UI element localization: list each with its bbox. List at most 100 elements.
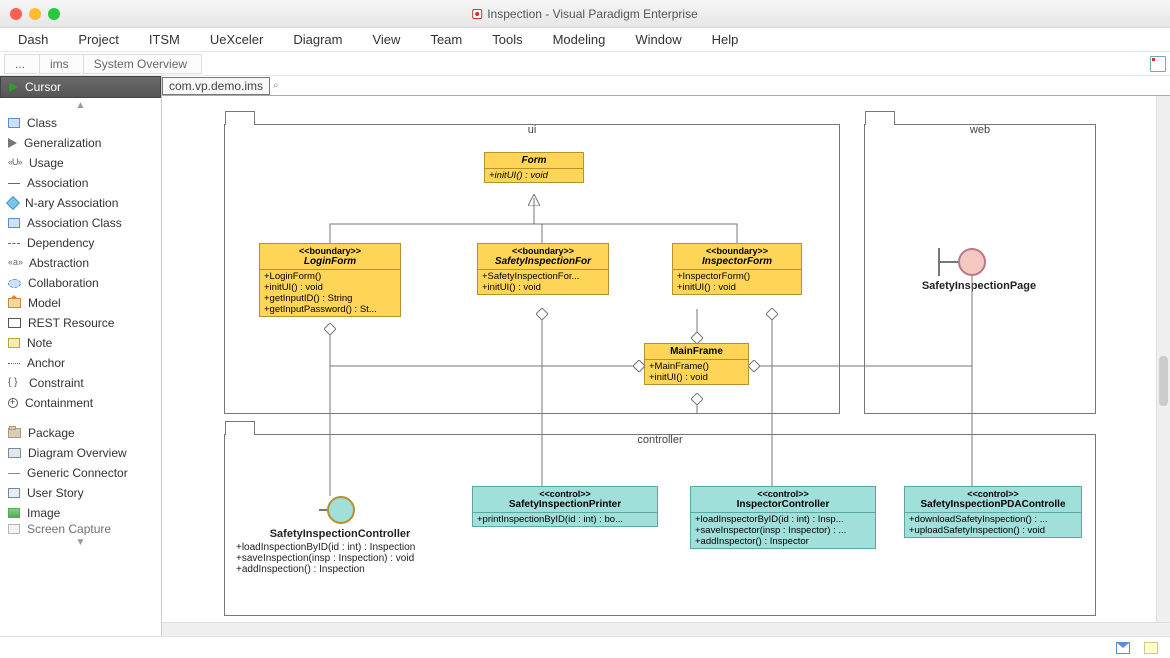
palette-label: Abstraction bbox=[29, 256, 89, 270]
rest-icon bbox=[8, 318, 21, 328]
menu-help[interactable]: Help bbox=[712, 32, 739, 47]
collapse-arrow-icon[interactable]: ▲ bbox=[0, 98, 161, 113]
palette-label: N-ary Association bbox=[25, 196, 118, 210]
us-icon bbox=[8, 488, 20, 498]
menu-itsm[interactable]: ITSM bbox=[149, 32, 180, 47]
palette-label: Constraint bbox=[29, 376, 84, 390]
palette-item-user-story[interactable]: User Story bbox=[0, 483, 161, 503]
aclass-icon bbox=[8, 218, 20, 228]
collab-icon bbox=[8, 279, 21, 288]
usage-icon: «U» bbox=[8, 157, 22, 169]
menu-modeling[interactable]: Modeling bbox=[553, 32, 606, 47]
nary-icon bbox=[6, 196, 20, 210]
gc-icon bbox=[8, 473, 20, 474]
menu-team[interactable]: Team bbox=[430, 32, 462, 47]
palette-label: Cursor bbox=[25, 80, 61, 94]
palette-label: Dependency bbox=[27, 236, 94, 250]
anchor-icon bbox=[8, 363, 20, 364]
palette-item-rest-resource[interactable]: REST Resource bbox=[0, 313, 161, 333]
app-icon bbox=[472, 9, 482, 19]
palette-item-generalization[interactable]: Generalization bbox=[0, 133, 161, 153]
gen-icon bbox=[8, 138, 17, 148]
note-icon bbox=[8, 338, 20, 348]
package-path[interactable]: com.vp.demo.ims bbox=[162, 77, 270, 95]
class-icon bbox=[8, 118, 20, 128]
sc-icon bbox=[8, 524, 20, 534]
canvas-area: com.vp.demo.ims ⌕ ui web controller Form… bbox=[162, 76, 1170, 636]
palette-item-dependency[interactable]: Dependency bbox=[0, 233, 161, 253]
breadcrumb-item[interactable]: System Overview bbox=[83, 54, 202, 74]
palette-item-model[interactable]: Model bbox=[0, 293, 161, 313]
dep-icon bbox=[8, 243, 20, 244]
document-icon[interactable] bbox=[1144, 642, 1158, 654]
palette-label: Collaboration bbox=[28, 276, 99, 290]
palette-label: REST Resource bbox=[28, 316, 114, 330]
palette-label: Class bbox=[27, 116, 57, 130]
palette-item-usage[interactable]: «U» Usage bbox=[0, 153, 161, 173]
menu-view[interactable]: View bbox=[372, 32, 400, 47]
statusbar bbox=[0, 636, 1170, 658]
menu-uexceler[interactable]: UeXceler bbox=[210, 32, 263, 47]
palette-item-containment[interactable]: Containment bbox=[0, 393, 161, 413]
palette-item-class[interactable]: Class bbox=[0, 113, 161, 133]
palette-item-constraint[interactable]: { } Constraint bbox=[0, 373, 161, 393]
menu-tools[interactable]: Tools bbox=[492, 32, 522, 47]
close-icon[interactable] bbox=[10, 8, 22, 20]
menu-diagram[interactable]: Diagram bbox=[293, 32, 342, 47]
palette-item-association-class[interactable]: Association Class bbox=[0, 213, 161, 233]
palette-label: Note bbox=[27, 336, 52, 350]
palette-item-screen-capture[interactable]: Screen Capture bbox=[0, 523, 161, 535]
palette-item-n-ary-association[interactable]: N-ary Association bbox=[0, 193, 161, 213]
window-controls bbox=[10, 8, 60, 20]
package-path-bar: com.vp.demo.ims ⌕ bbox=[162, 76, 1170, 96]
palette-item-collaboration[interactable]: Collaboration bbox=[0, 273, 161, 293]
palette-item-anchor[interactable]: Anchor bbox=[0, 353, 161, 373]
vertical-scrollbar[interactable] bbox=[1156, 96, 1170, 622]
palette-label: Usage bbox=[29, 156, 64, 170]
palette-label: Image bbox=[27, 506, 60, 520]
palette-item-abstraction[interactable]: «a» Abstraction bbox=[0, 253, 161, 273]
window-title: Inspection - Visual Paradigm Enterprise bbox=[472, 7, 698, 21]
palette-item-image[interactable]: Image bbox=[0, 503, 161, 523]
palette-item-cursor[interactable]: Cursor bbox=[0, 76, 161, 98]
abs-icon: «a» bbox=[8, 257, 22, 269]
cursor-icon bbox=[9, 82, 18, 92]
palette-label: Association Class bbox=[27, 216, 122, 230]
breadcrumb-item[interactable]: ims bbox=[39, 54, 83, 74]
palette-item-package[interactable]: Package bbox=[0, 423, 161, 443]
assoc-icon bbox=[8, 183, 20, 184]
maximize-icon[interactable] bbox=[48, 8, 60, 20]
menu-dash[interactable]: Dash bbox=[18, 32, 48, 47]
horizontal-scrollbar[interactable] bbox=[162, 622, 1170, 636]
diagram-canvas[interactable]: ui web controller Form +initUI() : void … bbox=[162, 96, 1170, 622]
titlebar: Inspection - Visual Paradigm Enterprise bbox=[0, 0, 1170, 28]
pkg-icon bbox=[8, 428, 21, 438]
diagov-icon bbox=[8, 448, 21, 458]
model-icon bbox=[8, 298, 21, 308]
palette-label: Generalization bbox=[24, 136, 101, 150]
palette-item-association[interactable]: Association bbox=[0, 173, 161, 193]
palette-label: Diagram Overview bbox=[28, 446, 127, 460]
breadcrumb-item[interactable]: ... bbox=[4, 54, 39, 74]
palette-label: Model bbox=[28, 296, 61, 310]
minimize-icon[interactable] bbox=[29, 8, 41, 20]
palette-item-generic-connector[interactable]: Generic Connector bbox=[0, 463, 161, 483]
expand-arrow-icon[interactable]: ▼ bbox=[0, 535, 161, 550]
breadcrumb-row: ... ims System Overview bbox=[0, 52, 1170, 76]
connectors bbox=[162, 96, 1170, 622]
search-icon[interactable]: ⌕ bbox=[273, 80, 279, 91]
contain-icon bbox=[8, 398, 18, 408]
palette-item-diagram-overview[interactable]: Diagram Overview bbox=[0, 443, 161, 463]
menu-project[interactable]: Project bbox=[78, 32, 118, 47]
constr-icon: { } bbox=[8, 377, 22, 389]
palette-label: Screen Capture bbox=[27, 523, 111, 535]
palette-label: Association bbox=[27, 176, 88, 190]
perspective-icon[interactable] bbox=[1150, 56, 1166, 72]
menu-window[interactable]: Window bbox=[635, 32, 681, 47]
palette-label: User Story bbox=[27, 486, 84, 500]
palette-label: Anchor bbox=[27, 356, 65, 370]
palette-item-note[interactable]: Note bbox=[0, 333, 161, 353]
palette-sidebar: Cursor ▲ Class Generalization«U» Usage Associ… bbox=[0, 76, 162, 636]
mail-icon[interactable] bbox=[1116, 642, 1130, 654]
palette-label: Generic Connector bbox=[27, 466, 128, 480]
